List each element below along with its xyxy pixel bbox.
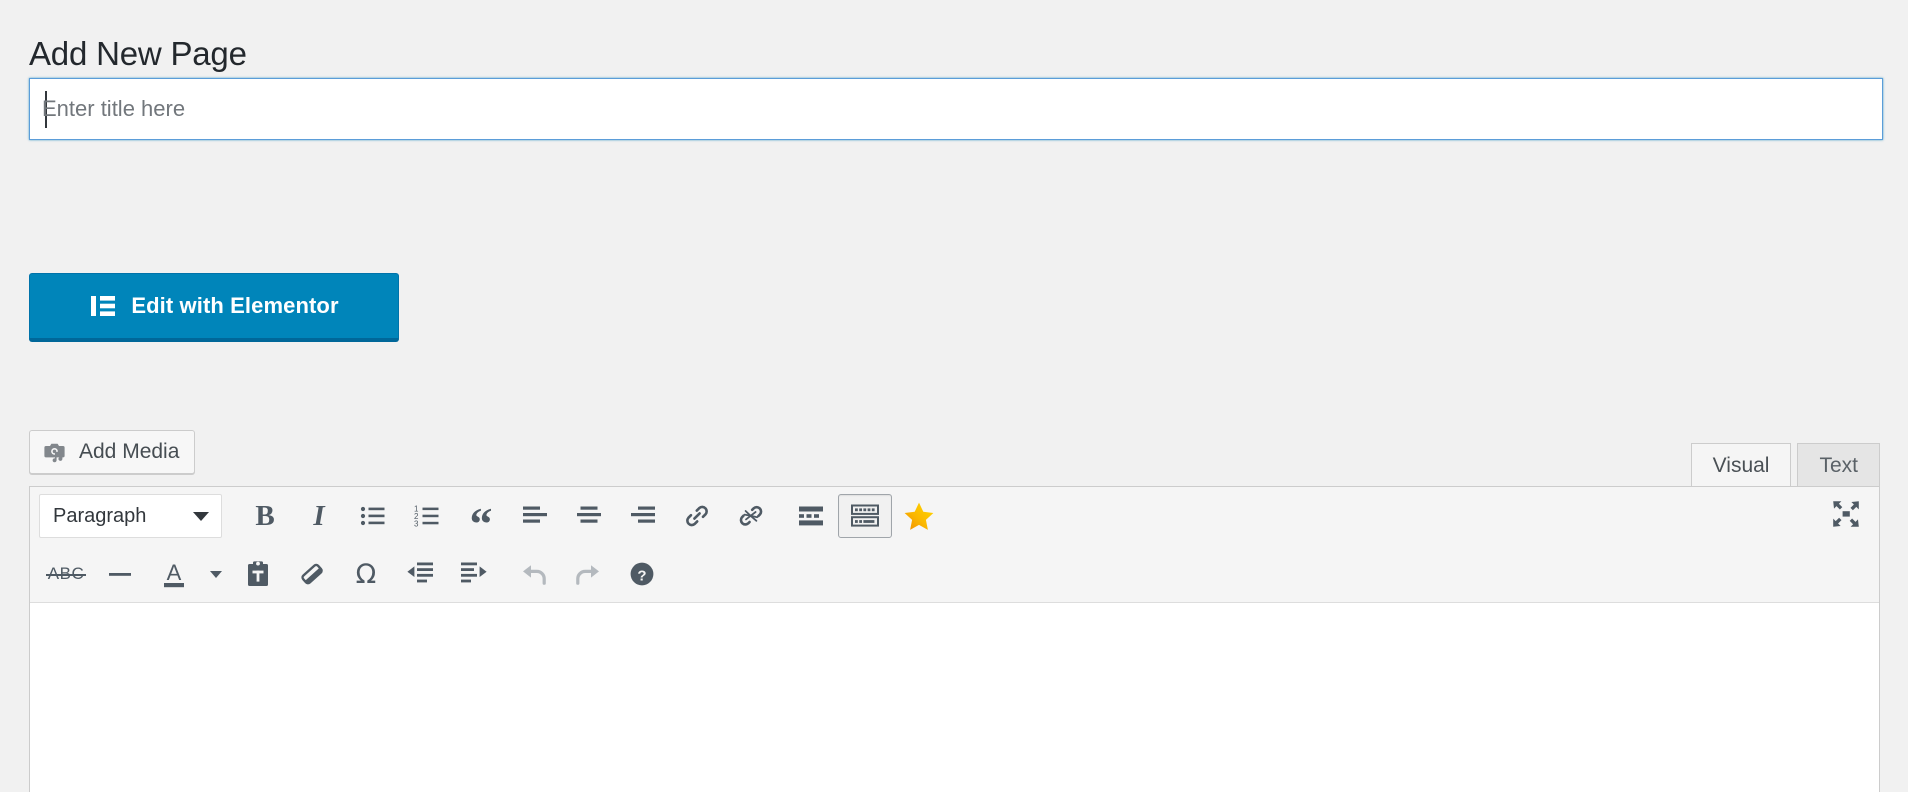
bold-icon: B [255,499,275,532]
strikethrough-button[interactable]: ABC [39,552,93,596]
clear-formatting-button[interactable] [285,552,339,596]
align-left-button[interactable] [508,494,562,538]
paste-as-text-button[interactable] [231,552,285,596]
redo-button[interactable] [561,552,615,596]
clear-formatting-icon [298,561,326,587]
elementor-icon [89,292,117,320]
align-left-icon [522,504,548,528]
add-media-label: Add Media [79,440,180,463]
chevron-down-icon [193,511,209,521]
star-icon [903,500,935,532]
post-title-field-wrapper[interactable] [29,78,1883,140]
distraction-free-button[interactable] [1819,492,1873,536]
edit-with-elementor-button[interactable]: Edit with Elementor [29,273,399,341]
bold-button[interactable]: B [238,494,292,538]
tab-visual[interactable]: Visual [1690,443,1792,487]
horizontal-line-button[interactable] [93,552,147,596]
redo-icon [573,560,603,588]
special-character-icon: Ω [355,558,377,590]
wp-admin-add-new-page: Add New Page Edit with Elementor Ad [0,0,1908,792]
edit-with-elementor-label: Edit with Elementor [131,293,339,318]
tab-visual-label: Visual [1712,453,1770,477]
distraction-free-icon [1831,499,1861,529]
chevron-down-icon [210,570,222,578]
remove-link-button[interactable] [724,494,778,538]
insert-link-button[interactable] [670,494,724,538]
insert-read-more-icon [798,505,824,527]
remove-link-icon [737,503,765,529]
keyboard-shortcuts-icon: ? [628,560,656,588]
align-center-button[interactable] [562,494,616,538]
undo-icon [519,560,549,588]
post-title-input[interactable] [30,79,1882,139]
add-media-icon [43,439,69,465]
align-center-icon [576,504,602,528]
text-color-button[interactable]: A [147,552,201,596]
align-right-button[interactable] [616,494,670,538]
editor-toolbar-row-1: Paragraph B I 1 2 3 “ [30,487,1879,547]
toolbar-toggle-icon [850,503,880,529]
format-select-value: Paragraph [53,504,147,527]
align-right-icon [630,504,656,528]
svg-text:3: 3 [414,520,419,528]
italic-icon: I [313,499,325,532]
add-media-button[interactable]: Add Media [29,430,196,474]
increase-indent-icon [460,561,488,587]
tinymce-editor: Paragraph B I 1 2 3 “ ABC A Ω ? [29,486,1880,792]
decrease-indent-icon [406,561,434,587]
format-select[interactable]: Paragraph [39,494,222,538]
numbered-list-icon: 1 2 3 [414,504,440,528]
insert-link-icon [683,503,711,529]
horizontal-line-icon [107,564,133,584]
strikethrough-icon: ABC [45,564,87,583]
page-title: Add New Page [29,35,247,73]
editor-mode-tabs: Visual Text [1685,443,1880,487]
text-color-dropdown-button[interactable] [201,552,231,596]
keyboard-shortcuts-button[interactable]: ? [615,552,669,596]
text-color-icon: A [160,559,188,589]
bulleted-list-icon [360,504,386,528]
blockquote-button[interactable]: “ [454,494,508,547]
tab-text-label: Text [1819,453,1858,477]
paste-as-text-icon [245,560,271,588]
editor-toolbar: Paragraph B I 1 2 3 “ ABC A Ω ? [30,487,1879,603]
editor-content-area[interactable] [30,603,1879,792]
decrease-indent-button[interactable] [393,552,447,596]
insert-read-more-button[interactable] [784,494,838,538]
star-button[interactable] [892,494,946,538]
bulleted-list-button[interactable] [346,494,400,538]
toolbar-toggle-button[interactable] [838,494,892,538]
increase-indent-button[interactable] [447,552,501,596]
svg-text:A: A [167,560,182,585]
editor-toolbar-row-2: ABC A Ω ? [30,545,1879,603]
tab-text[interactable]: Text [1797,443,1880,487]
svg-text:?: ? [637,567,646,584]
special-character-button[interactable]: Ω [339,552,393,596]
numbered-list-button[interactable]: 1 2 3 [400,494,454,538]
italic-button[interactable]: I [292,494,346,538]
undo-button[interactable] [507,552,561,596]
